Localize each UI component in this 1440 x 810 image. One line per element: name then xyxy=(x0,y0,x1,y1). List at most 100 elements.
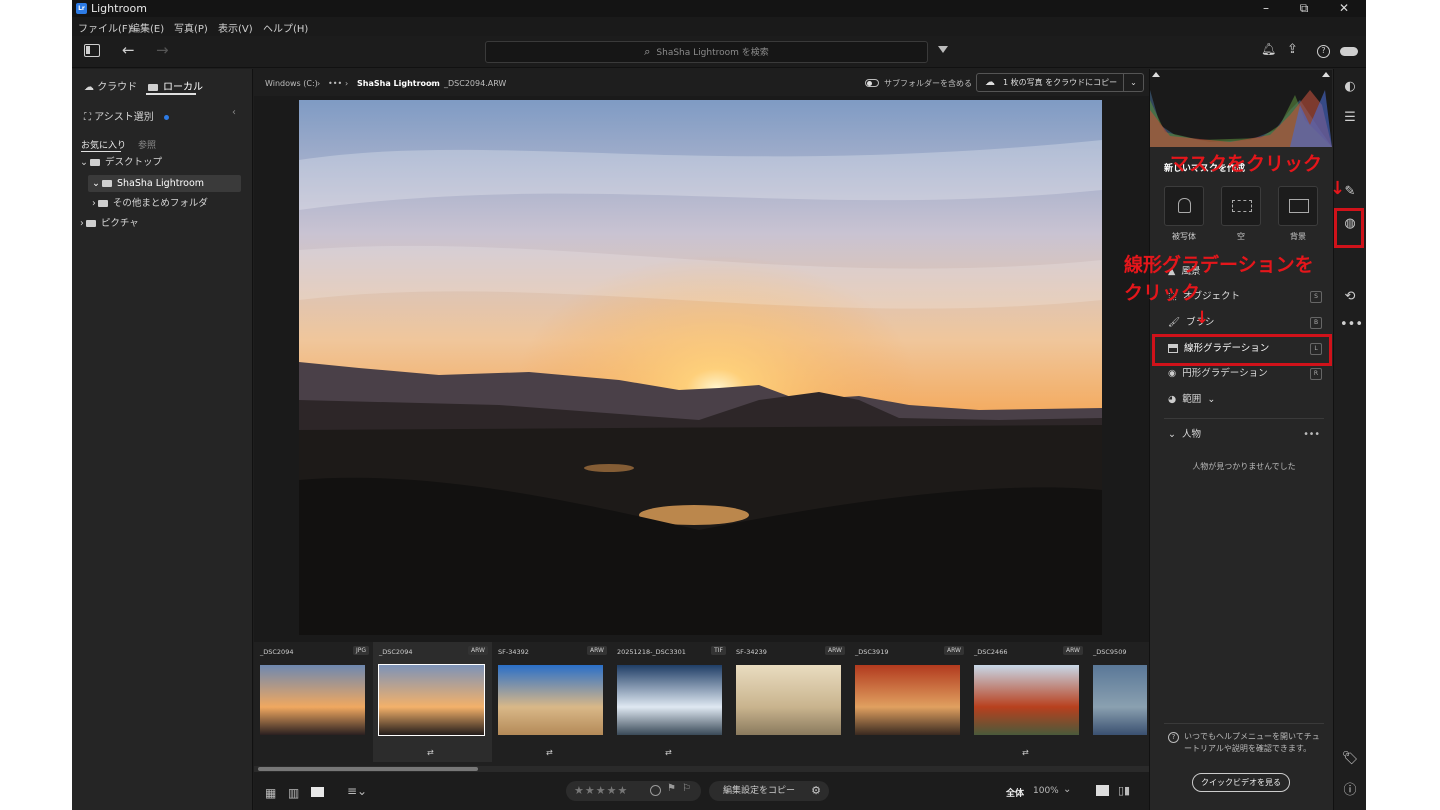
mask-tile-sky[interactable] xyxy=(1221,186,1261,226)
tab-local[interactable]: ローカル xyxy=(146,78,203,93)
minimize-button[interactable]: – xyxy=(1246,0,1286,17)
blue-dot xyxy=(163,114,169,120)
histogram xyxy=(1150,70,1332,147)
thumb-ext-badge: ARW xyxy=(587,646,607,655)
forward-arrow-icon[interactable]: → xyxy=(156,41,169,59)
chevron-down-icon: ⌄ xyxy=(92,178,100,189)
filmstrip-thumb[interactable]: SF-34392 ARW ⇄ xyxy=(492,642,611,762)
help-icon[interactable]: ? xyxy=(1317,45,1330,58)
menu-file[interactable]: ファイル(F) xyxy=(78,20,132,35)
tree-item-pictures[interactable]: › ピクチャ xyxy=(76,215,246,232)
mask-tool-range[interactable]: ◕ 範囲 ⌄ xyxy=(1164,389,1324,411)
subfolder-toggle[interactable] xyxy=(865,79,879,87)
assist-select[interactable]: ⛶ アシスト選別 xyxy=(84,108,169,123)
zoom-level[interactable]: 100% xyxy=(1033,786,1059,796)
tree-item-other[interactable]: › その他まとめフォルダ xyxy=(88,195,258,212)
menu-view[interactable]: 表示(V) xyxy=(218,20,253,35)
thumb-ext-badge: ARW xyxy=(1063,646,1083,655)
circle-label-icon[interactable] xyxy=(650,785,661,796)
bell-icon[interactable]: 🔔︎ xyxy=(1261,42,1276,56)
assist-icon: ⛶ xyxy=(84,112,95,123)
thumb-filename: SF-34239 xyxy=(736,648,767,656)
subtab-browse[interactable]: 参照 xyxy=(138,138,156,151)
chevron-down-icon[interactable]: ⌄ xyxy=(1123,74,1143,91)
people-section-header[interactable]: ⌄ 人物 ••• xyxy=(1164,424,1324,446)
breadcrumb-file: _DSC2094.ARW xyxy=(444,79,507,88)
quick-video-button[interactable]: クイックビデオを見る xyxy=(1192,773,1290,792)
filmstrip-thumb[interactable]: _DSC2466 ARW ⇄ xyxy=(968,642,1087,762)
thumb-filename: _DSC3919 xyxy=(855,648,889,656)
thumb-image xyxy=(260,665,365,735)
more-icon[interactable]: ••• xyxy=(1303,424,1320,446)
rating-flag-group: ★★★★★ ⚑ ⚐ xyxy=(566,781,701,801)
breadcrumb-folder[interactable]: ShaSha Lightroom xyxy=(357,79,440,88)
adjusted-icon: ⇄ xyxy=(546,748,553,757)
filmstrip-thumb[interactable]: _DSC3919 ARW xyxy=(849,642,968,762)
linear-gradient-highlight-box xyxy=(1152,334,1332,366)
cloud-icon[interactable] xyxy=(1340,47,1358,56)
detail-view-icon[interactable] xyxy=(311,787,324,797)
split-view-icon[interactable]: ▯▮ xyxy=(1118,784,1130,797)
thumb-image xyxy=(974,665,1079,735)
app-title: Lightroom xyxy=(91,2,147,15)
presets-icon[interactable]: ◐ xyxy=(1340,77,1360,97)
mask-tile-sky-label: 空 xyxy=(1237,232,1245,241)
copy-to-cloud-button[interactable]: ☁ 1 枚の写真 をクラウドにコピー ⌄ xyxy=(976,73,1144,92)
edit-sliders-icon[interactable]: ☰ xyxy=(1340,108,1360,128)
mask-tile-background[interactable] xyxy=(1278,186,1318,226)
chevron-right-icon: › xyxy=(80,218,84,229)
close-button[interactable]: ✕ xyxy=(1324,0,1364,17)
compare-icon[interactable] xyxy=(1096,785,1109,796)
search-input[interactable]: ⌕ ShaSha Lightroom を検索 xyxy=(485,41,928,63)
flag-icon[interactable]: ⚑ xyxy=(667,783,676,794)
mask-tool-radial-gradient[interactable]: ◉ 円形グラデーション R xyxy=(1164,363,1324,385)
redeye-icon[interactable]: ⟲ xyxy=(1340,287,1360,307)
tree-item-desktop[interactable]: ⌄ デスクトップ xyxy=(76,154,246,171)
thumb-filename: _DSC2094 xyxy=(260,648,294,656)
subfolder-label: サブフォルダーを含める xyxy=(884,79,972,88)
thumb-image xyxy=(498,665,603,735)
fit-option[interactable]: 全体 xyxy=(1006,786,1024,799)
star-rating[interactable]: ★★★★★ xyxy=(574,784,628,797)
panel-toggle-icon[interactable] xyxy=(84,44,100,57)
menu-edit[interactable]: 編集(E) xyxy=(130,20,164,35)
filmstrip-thumb[interactable]: 20251218-_DSC3301 TIF ⇄ xyxy=(611,642,730,762)
filmstrip-thumb[interactable]: SF-34239 ARW xyxy=(730,642,849,762)
tag-icon[interactable]: 🏷︎ xyxy=(1340,749,1360,769)
annotation-linear-line1: 線形グラデーションを xyxy=(1124,254,1314,276)
folder-icon xyxy=(85,220,96,227)
cloud-upload-icon: ☁ xyxy=(985,77,995,88)
filter-icon[interactable] xyxy=(938,46,948,53)
reject-flag-icon[interactable]: ⚐ xyxy=(682,783,691,794)
menu-bar: ファイル(F) 編集(E) 写真(P) 表示(V) ヘルプ(H) xyxy=(72,17,1366,36)
filmstrip-thumb[interactable]: _DSC2094 ARW ⇄ xyxy=(373,642,492,762)
subtab-favorites[interactable]: お気に入り xyxy=(81,138,126,151)
filmstrip-thumb[interactable]: _DSC2094 JPG xyxy=(254,642,373,762)
filmstrip-thumb[interactable]: _DSC9509 xyxy=(1087,642,1147,762)
menu-photo[interactable]: 写真(P) xyxy=(174,20,208,35)
copy-settings-button[interactable]: 編集設定をコピー ⚙ xyxy=(709,781,829,801)
gear-icon[interactable]: ⚙ xyxy=(811,781,821,801)
back-arrow-icon[interactable]: ← xyxy=(122,41,135,59)
adjusted-icon: ⇄ xyxy=(427,748,434,757)
mask-tool-brush[interactable]: 🖌︎ ブラシ B xyxy=(1164,312,1324,334)
maximize-button[interactable]: ⧉ xyxy=(1284,0,1324,17)
menu-help[interactable]: ヘルプ(H) xyxy=(263,20,308,35)
breadcrumb-drive[interactable]: Windows (C:) xyxy=(265,79,318,88)
collapse-chevron-icon[interactable]: ‹ xyxy=(232,107,236,118)
info-icon[interactable]: ⓘ xyxy=(1340,781,1360,801)
filmstrip-scroll-thumb[interactable] xyxy=(258,767,478,771)
share-icon[interactable]: ⇪ xyxy=(1287,42,1298,57)
tab-cloud[interactable]: ☁ クラウド xyxy=(84,78,137,93)
tree-item-shasha[interactable]: ⌄ ShaSha Lightroom xyxy=(88,175,241,192)
mask-tile-subject[interactable] xyxy=(1164,186,1204,226)
thumb-filename: _DSC2466 xyxy=(974,648,1008,656)
square-grid-icon[interactable]: ▥ xyxy=(288,786,299,800)
sort-icon[interactable]: ≡⌄ xyxy=(347,784,367,798)
breadcrumb-more[interactable]: ••• xyxy=(328,79,342,88)
grid-view-icon[interactable]: ▦ xyxy=(265,786,276,800)
main-photo[interactable] xyxy=(299,100,1102,635)
zoom-chevron-icon[interactable]: ⌄ xyxy=(1063,784,1071,795)
more-options-icon[interactable]: ••• xyxy=(1340,315,1363,335)
lightroom-logo-icon: Lr xyxy=(76,3,87,14)
